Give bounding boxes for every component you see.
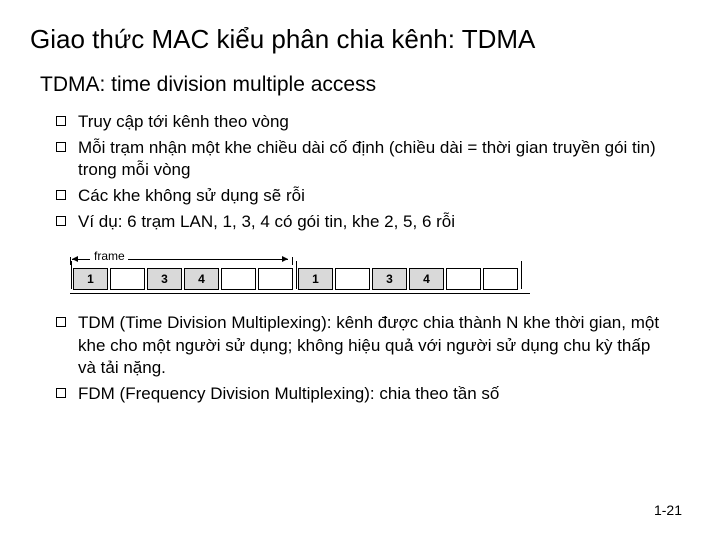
bullet-item: Các khe không sử dụng sẽ rỗi bbox=[56, 185, 660, 207]
bullet-item: TDM (Time Division Multiplexing): kênh đ… bbox=[56, 312, 660, 378]
frame-label: frame bbox=[94, 249, 125, 263]
page-number: 1-21 bbox=[654, 502, 682, 518]
slot bbox=[335, 268, 370, 290]
slot bbox=[110, 268, 145, 290]
bullet-item: Mỗi trạm nhận một khe chiều dài cố định … bbox=[56, 137, 660, 181]
slot: 3 bbox=[147, 268, 182, 290]
slide-subtitle: TDMA: time division multiple access bbox=[40, 73, 690, 97]
bullet-list-top: Truy cập tới kênh theo vòng Mỗi trạm nhậ… bbox=[30, 111, 660, 233]
bullet-item: FDM (Frequency Division Multiplexing): c… bbox=[56, 383, 660, 405]
slide: Giao thức MAC kiểu phân chia kênh: TDMA … bbox=[0, 0, 720, 540]
slot: 4 bbox=[409, 268, 444, 290]
tdma-diagram: frame 1 3 4 1 3 4 bbox=[70, 247, 690, 294]
frame-divider bbox=[296, 261, 297, 289]
bullet-item: Ví dụ: 6 trạm LAN, 1, 3, 4 có gói tin, k… bbox=[56, 211, 660, 233]
slot: 1 bbox=[73, 268, 108, 290]
slot-row: 1 3 4 1 3 4 bbox=[70, 265, 530, 294]
frame-divider bbox=[521, 261, 522, 289]
slot bbox=[258, 268, 293, 290]
slot bbox=[446, 268, 481, 290]
bullet-item: Truy cập tới kênh theo vòng bbox=[56, 111, 660, 133]
bullet-list-bottom: TDM (Time Division Multiplexing): kênh đ… bbox=[30, 312, 660, 404]
slot: 1 bbox=[298, 268, 333, 290]
slide-title: Giao thức MAC kiểu phân chia kênh: TDMA bbox=[30, 24, 690, 55]
frame-divider bbox=[71, 261, 72, 289]
slot bbox=[221, 268, 256, 290]
slot: 4 bbox=[184, 268, 219, 290]
slot: 3 bbox=[372, 268, 407, 290]
slot bbox=[483, 268, 518, 290]
